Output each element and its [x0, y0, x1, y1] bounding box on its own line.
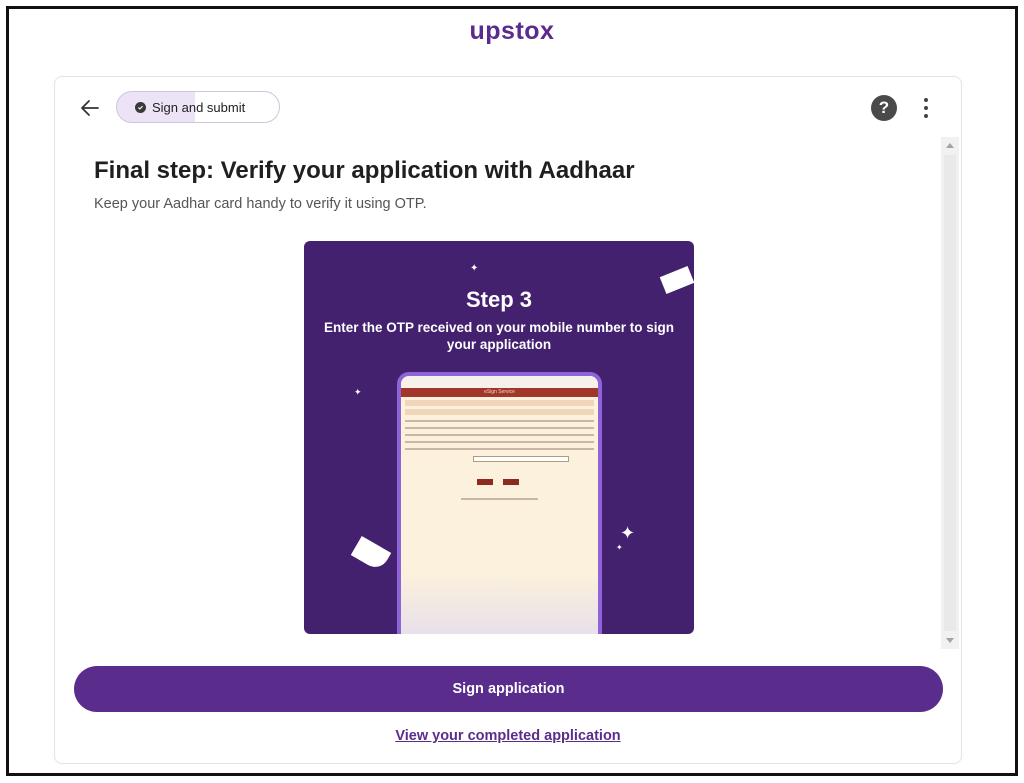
- scroll-down-icon[interactable]: [946, 638, 954, 643]
- scroll-up-icon[interactable]: [946, 143, 954, 148]
- view-application-link[interactable]: View your completed application: [55, 728, 961, 744]
- page-subtitle: Keep your Aadhar card handy to verify it…: [94, 196, 427, 212]
- sign-application-button[interactable]: Sign application: [74, 666, 943, 712]
- scrollbar-thumb[interactable]: [944, 155, 956, 631]
- content-scroll-area: Final step: Verify your application with…: [55, 137, 941, 649]
- esign-header: eSign Service: [401, 388, 598, 397]
- step-illustration: ✦ ✦ ✦ ✦ Step 3 Enter the OTP received on…: [304, 241, 694, 634]
- back-button[interactable]: [77, 95, 103, 121]
- screenshot-frame: upstox Sign and submit ? Final step: Ver…: [6, 6, 1018, 776]
- step-description: Enter the OTP received on your mobile nu…: [323, 320, 675, 352]
- paper-decoration-icon: [350, 535, 392, 573]
- step-chip: Sign and submit: [116, 91, 280, 123]
- help-icon[interactable]: ?: [871, 95, 897, 121]
- page-title: Final step: Verify your application with…: [94, 157, 635, 184]
- more-vertical-icon[interactable]: [920, 95, 932, 121]
- arrow-left-icon: [81, 100, 99, 116]
- application-card: Sign and submit ? Final step: Verify you…: [54, 76, 962, 764]
- chip-label: Sign and submit: [152, 99, 246, 115]
- phone-mockup: eSign Service: [397, 372, 602, 634]
- step-title: Step 3: [465, 287, 533, 312]
- sparkle-icon: ✦: [470, 263, 479, 274]
- check-circle-icon: [135, 101, 146, 113]
- sparkle-icon: ✦: [354, 387, 362, 397]
- sparkle-icon: ✦: [616, 543, 623, 552]
- vertical-scrollbar[interactable]: [941, 137, 959, 649]
- sparkle-icon: ✦: [620, 523, 636, 543]
- upstox-logo: upstox: [469, 17, 555, 45]
